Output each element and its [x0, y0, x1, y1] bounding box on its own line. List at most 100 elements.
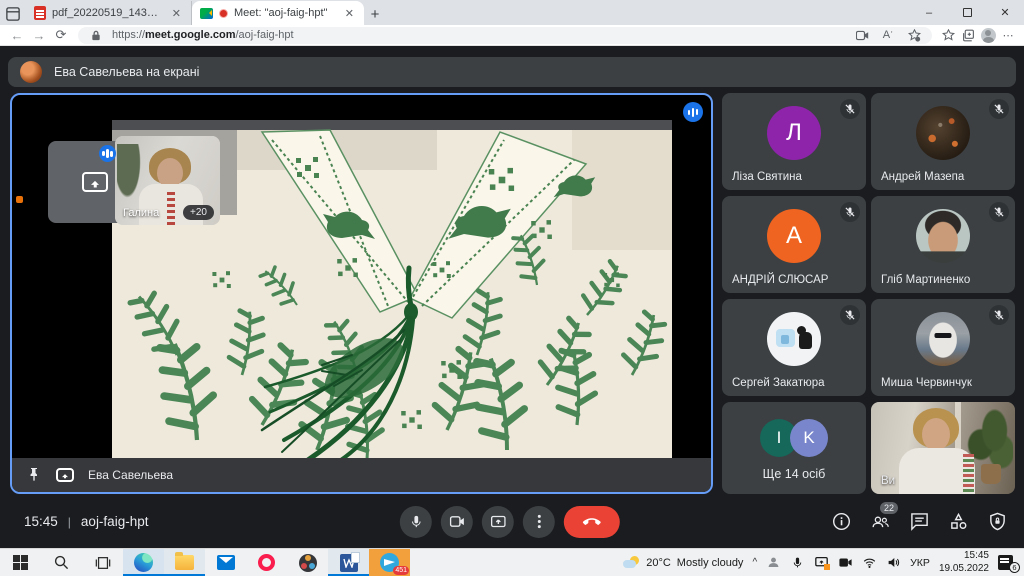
- blouse-embroidery: [963, 454, 974, 494]
- weather-condition: Mostly cloudy: [677, 557, 744, 569]
- task-view-button[interactable]: [82, 549, 123, 576]
- more-options-button[interactable]: [523, 506, 555, 538]
- more-vert-icon: [531, 514, 546, 529]
- close-window-button[interactable]: ✕: [986, 0, 1024, 25]
- pin-icon[interactable]: [26, 467, 42, 483]
- mic-button[interactable]: [400, 506, 432, 538]
- participant-tile[interactable]: Л Ліза Святина: [722, 93, 866, 190]
- new-tab-button[interactable]: +: [364, 3, 386, 25]
- settings-menu-icon[interactable]: ⋯: [998, 29, 1018, 42]
- tab-meet[interactable]: Meet: "aoj-faig-hpt" ✕: [192, 1, 364, 25]
- mic-muted-icon: [989, 99, 1009, 119]
- forward-icon[interactable]: →: [28, 28, 50, 43]
- mic-muted-icon: [989, 305, 1009, 325]
- taskbar-opera-app[interactable]: [246, 549, 287, 576]
- davinci-resolve-icon: [299, 554, 317, 572]
- participant-name: Сергей Закатюра: [732, 377, 825, 389]
- close-tab-icon[interactable]: ✕: [343, 7, 356, 20]
- present-screen-icon: [82, 172, 108, 192]
- participants-button[interactable]: 22: [869, 511, 891, 533]
- present-screen-icon[interactable]: [56, 468, 74, 482]
- meeting-info: 15:45 | aoj-faig-hpt: [24, 514, 148, 529]
- taskbar-word-app[interactable]: [328, 549, 369, 576]
- presenting-banner: Ева Савельева на екрані: [8, 57, 1016, 87]
- participant-name: Андрей Мазепа: [881, 171, 964, 183]
- avatar: [767, 312, 821, 366]
- taskbar-weather[interactable]: 20°C Mostly cloudy: [623, 556, 743, 570]
- overflow-participants-tile[interactable]: I K Ще 14 осіб: [722, 402, 866, 494]
- meet-control-bar: 15:45 | aoj-faig-hpt: [0, 495, 1024, 548]
- camera-button[interactable]: [441, 506, 473, 538]
- favorites-star-icon[interactable]: [938, 29, 958, 42]
- divider: |: [68, 515, 71, 529]
- network-tray-icon[interactable]: [862, 555, 877, 570]
- avatar: [916, 312, 970, 366]
- shared-screen-tile[interactable]: Галина +20 Ева Савельева: [10, 93, 713, 494]
- avatar: [916, 106, 970, 160]
- screen-share-tray-icon[interactable]: [814, 555, 829, 570]
- action-center-button[interactable]: 6: [998, 555, 1016, 570]
- tab-pdf[interactable]: pdf_20220519_143801_0000.pdf ✕: [26, 1, 192, 25]
- address-bar[interactable]: https://meet.google.com/aoj-faig-hpt A᾿: [78, 27, 932, 44]
- close-tab-icon[interactable]: ✕: [170, 7, 183, 20]
- end-call-button[interactable]: [564, 506, 620, 538]
- file-explorer-icon: [175, 555, 194, 570]
- weather-icon: [623, 556, 640, 570]
- refresh-icon[interactable]: ⟳: [50, 27, 72, 43]
- activities-button[interactable]: [947, 511, 969, 533]
- mic-tray-icon[interactable]: [790, 555, 805, 570]
- more-participants-badge[interactable]: +20: [183, 205, 214, 220]
- onedrive-tray-icon[interactable]: [766, 555, 781, 570]
- audio-indicator-icon: [99, 145, 116, 162]
- self-face: [922, 418, 950, 451]
- participant-tile[interactable]: Сергей Закатюра: [722, 299, 866, 396]
- meet-app: Ева Савельева на екрані: [0, 46, 1024, 548]
- notification-count-badge: 6: [1009, 562, 1020, 573]
- language-indicator[interactable]: УКР: [910, 557, 930, 569]
- camera-tray-icon[interactable]: [838, 555, 853, 570]
- taskbar-mail-app[interactable]: [205, 549, 246, 576]
- taskbar-resolve-app[interactable]: [287, 549, 328, 576]
- minimize-button[interactable]: –: [910, 0, 948, 25]
- participant-tile[interactable]: А АНДРІЙ СЛЮСАР: [722, 196, 866, 293]
- collections-icon[interactable]: [958, 29, 978, 42]
- meeting-details-button[interactable]: [830, 511, 852, 533]
- search-button[interactable]: [41, 549, 82, 576]
- tab-actions-menu-icon[interactable]: [0, 3, 26, 25]
- profile-avatar[interactable]: [978, 28, 998, 43]
- lock-icon[interactable]: [86, 30, 106, 41]
- clock-time: 15:45: [939, 550, 989, 563]
- taskbar-clock[interactable]: 15:45 19.05.2022: [939, 550, 989, 575]
- participant-tile[interactable]: Гліб Мартиненко: [871, 196, 1015, 293]
- maximize-icon: [963, 8, 972, 17]
- sharing-active-badge: [824, 564, 830, 570]
- taskbar-telegram-app[interactable]: 451: [369, 549, 410, 576]
- present-button[interactable]: [482, 506, 514, 538]
- participant-thumbnail[interactable]: Галина +20: [115, 136, 220, 225]
- meeting-code: aoj-faig-hpt: [81, 514, 149, 529]
- volume-tray-icon[interactable]: [886, 555, 901, 570]
- participant-tile[interactable]: Миша Червинчук: [871, 299, 1015, 396]
- chat-button[interactable]: [908, 511, 930, 533]
- read-aloud-icon[interactable]: A᾿: [878, 29, 898, 41]
- participant-tile[interactable]: Андрей Мазепа: [871, 93, 1015, 190]
- telegram-unread-badge: 451: [393, 566, 409, 575]
- opera-icon: [258, 554, 275, 571]
- host-controls-button[interactable]: [986, 511, 1008, 533]
- mic-muted-icon: [989, 202, 1009, 222]
- self-view-tile[interactable]: Ви: [871, 402, 1015, 494]
- weather-temp: 20°C: [646, 557, 671, 569]
- taskbar-edge-app[interactable]: [123, 549, 164, 576]
- tray-expand-chevron-icon[interactable]: ^: [752, 557, 757, 568]
- audio-indicator-icon: [683, 102, 703, 122]
- start-button[interactable]: [0, 549, 41, 576]
- back-icon[interactable]: ←: [6, 28, 28, 43]
- tab-camera-in-use-icon[interactable]: [852, 29, 872, 42]
- taskbar-explorer-app[interactable]: [164, 549, 205, 576]
- favorites-gear-icon[interactable]: [904, 29, 924, 42]
- tab-title: Meet: "aoj-faig-hpt": [234, 7, 337, 19]
- windows-logo-icon: [13, 555, 28, 570]
- maximize-button[interactable]: [948, 0, 986, 25]
- camera-icon: [449, 514, 464, 529]
- window-controls: – ✕: [910, 0, 1024, 25]
